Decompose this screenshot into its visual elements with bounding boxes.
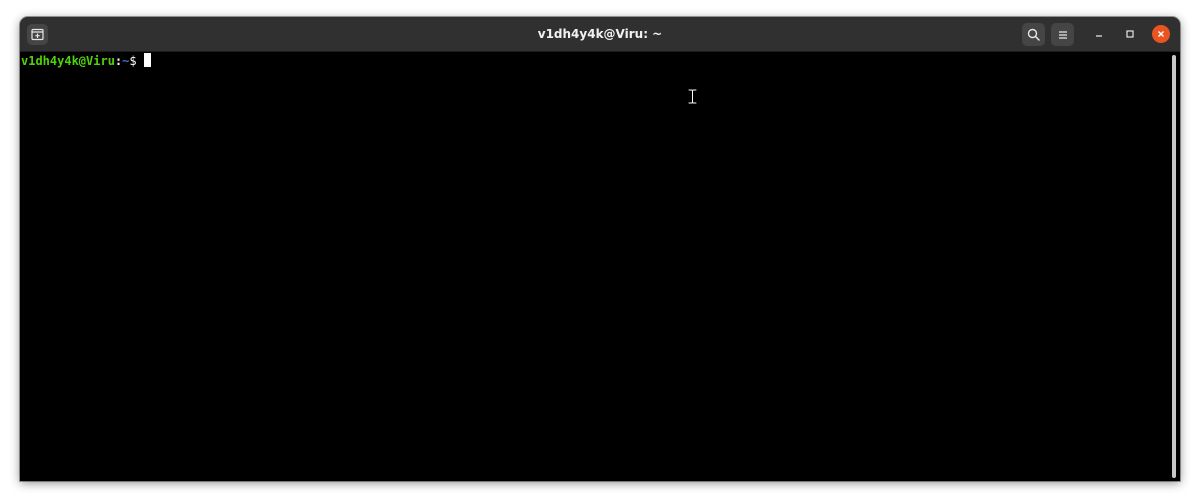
hamburger-menu-icon: [1058, 30, 1067, 39]
maximize-button[interactable]: [1121, 25, 1139, 43]
terminal-window: v1dh4y4k@Viru: ~ v1dh4y4k@Viru:~$: [20, 17, 1180, 481]
title-bar[interactable]: v1dh4y4k@Viru: ~: [20, 17, 1180, 52]
close-icon: [1158, 31, 1164, 37]
vertical-scrollbar[interactable]: [1168, 52, 1180, 481]
menu-button[interactable]: [1051, 23, 1074, 46]
minimize-icon: [1096, 35, 1102, 37]
terminal-area[interactable]: v1dh4y4k@Viru:~$: [20, 52, 1168, 481]
ibeam-cursor-icon: [688, 89, 697, 104]
prompt-user-host: v1dh4y4k@Viru: [21, 54, 115, 68]
close-button[interactable]: [1152, 25, 1170, 43]
text-cursor: [143, 53, 151, 67]
prompt-symbol: $: [129, 54, 144, 68]
prompt-line: v1dh4y4k@Viru:~$: [21, 53, 151, 69]
maximize-icon: [1126, 30, 1134, 38]
new-tab-icon: [31, 28, 44, 41]
new-tab-button[interactable]: [27, 24, 48, 45]
search-button[interactable]: [1022, 23, 1045, 46]
search-icon: [1027, 28, 1040, 41]
scrollbar-thumb[interactable]: [1172, 55, 1176, 478]
window-title: v1dh4y4k@Viru: ~: [537, 27, 663, 41]
minimize-button[interactable]: [1090, 25, 1108, 43]
